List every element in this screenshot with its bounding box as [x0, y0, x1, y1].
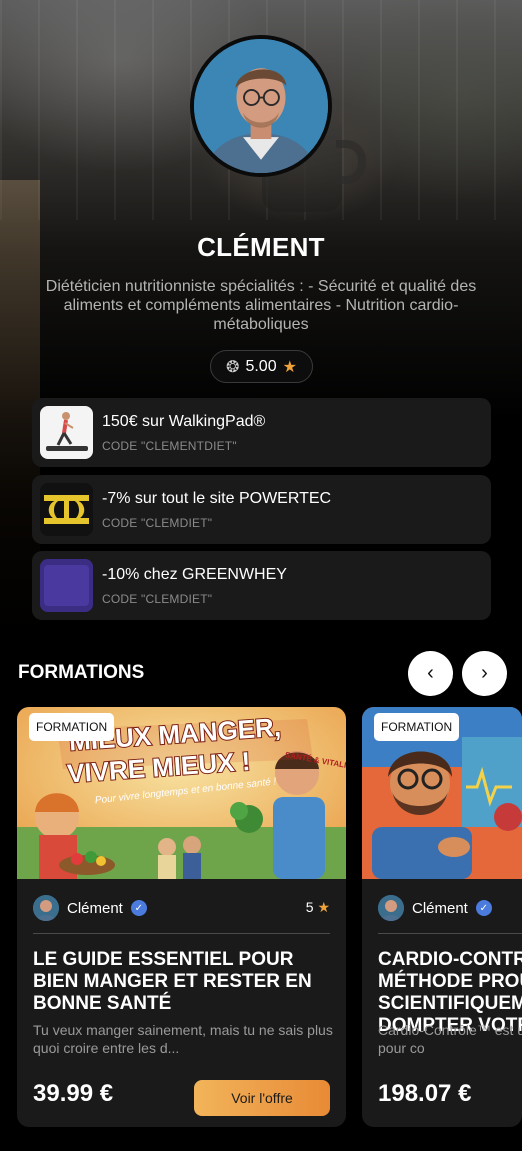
- card-author[interactable]: Clément ✓: [33, 895, 147, 921]
- star-icon: ★: [317, 899, 330, 915]
- carousel-prev-button[interactable]: ‹: [408, 651, 453, 696]
- promo-card-powertec[interactable]: -7% sur tout le site POWERTEC CODE "CLEM…: [32, 475, 491, 544]
- promo-code: CODE "CLEMDIET": [102, 516, 213, 530]
- card-price: 198.07 €: [378, 1080, 472, 1107]
- walkingpad-thumbnail: [40, 406, 93, 459]
- powertec-logo: [40, 483, 93, 536]
- profile-avatar: [190, 35, 332, 177]
- card-score: 5 ★: [306, 899, 330, 916]
- card-divider: [33, 933, 330, 934]
- card-author[interactable]: Clément ✓: [378, 895, 492, 921]
- promo-title: 150€ sur WalkingPad®: [102, 413, 266, 430]
- greenwhey-thumbnail: [40, 559, 93, 612]
- profile-bio: Diététicien nutritionniste spécialités :…: [45, 278, 477, 333]
- promo-code: CODE "CLEMDIET": [102, 592, 213, 606]
- promo-card-greenwhey[interactable]: -10% chez GREENWHEY CODE "CLEMDIET": [32, 551, 491, 620]
- formation-card[interactable]: MIEUX MANGER, VIVRE MIEUX ! Pour vivre l…: [17, 707, 346, 1127]
- card-description: Tu veux manger sainement, mais tu ne sai…: [33, 1022, 333, 1056]
- formation-badge: FORMATION: [374, 713, 460, 741]
- author-name: Clément: [67, 899, 123, 917]
- formation-badge: FORMATION: [29, 713, 115, 741]
- promo-title: -7% sur tout le site POWERTEC: [102, 490, 332, 507]
- promo-title: -10% chez GREENWHEY: [102, 566, 287, 583]
- chevron-right-icon: ›: [481, 662, 488, 684]
- card-title: LE GUIDE ESSENTIEL POUR BIEN MANGER ET R…: [33, 949, 312, 1014]
- laurel-icon: ❂: [226, 358, 240, 376]
- promo-code: CODE "CLEMENTDIET": [102, 439, 237, 453]
- promo-card-walkingpad[interactable]: 150€ sur WalkingPad® CODE "CLEMENTDIET": [32, 398, 491, 467]
- card-divider: [378, 933, 522, 934]
- author-avatar: [378, 895, 404, 921]
- card-price: 39.99 €: [33, 1080, 114, 1107]
- star-icon: ★: [282, 358, 297, 376]
- formations-heading: FORMATIONS: [18, 662, 145, 683]
- verified-badge-icon: ✓: [130, 900, 147, 916]
- card-description: Cardio-Contrôle™ est une méthode actionn…: [378, 1022, 522, 1056]
- chevron-left-icon: ‹: [427, 662, 434, 684]
- verified-badge-icon: ✓: [475, 900, 492, 916]
- view-offer-button[interactable]: Voir l'offre: [194, 1080, 330, 1116]
- formation-card[interactable]: FORMATION Clément ✓ CARDIO-CONTRÔLE : LA…: [362, 707, 522, 1127]
- score-value: 5: [305, 899, 314, 915]
- author-avatar: [33, 895, 59, 921]
- author-name: Clément: [412, 899, 468, 917]
- profile-name: CLÉMENT: [197, 232, 325, 262]
- carousel-next-button[interactable]: ›: [462, 651, 507, 696]
- rating-value: 5.00: [245, 357, 277, 375]
- rating-badge[interactable]: ❂ 5.00 ★: [210, 350, 313, 383]
